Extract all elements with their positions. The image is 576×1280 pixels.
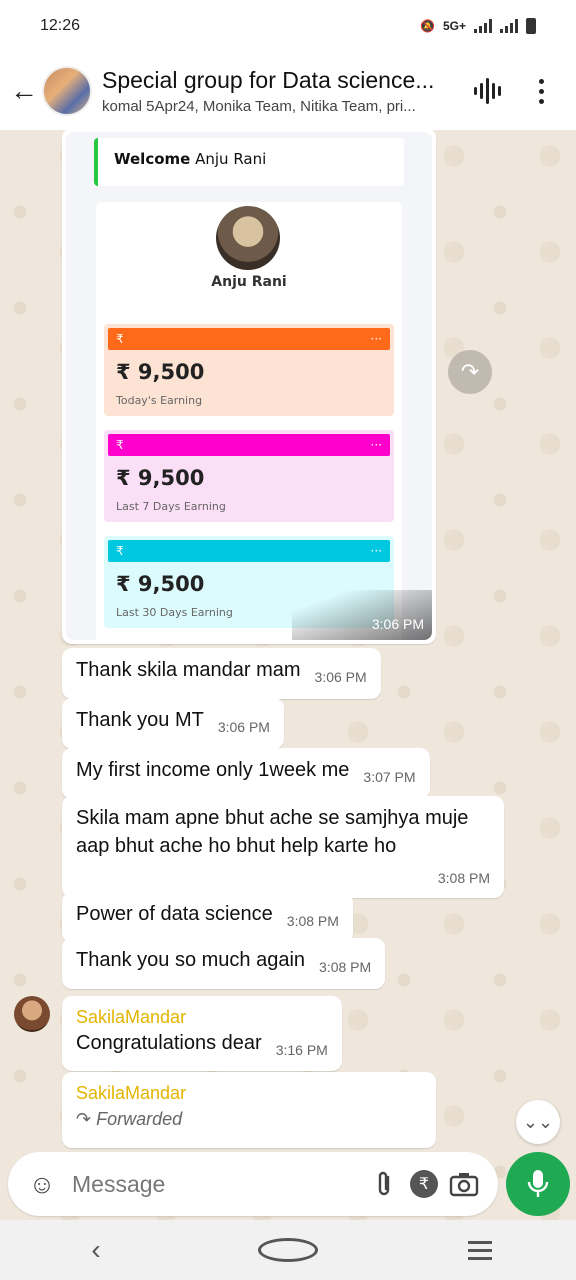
more-vertical-icon bbox=[538, 78, 544, 104]
emoji-icon[interactable]: ☺ bbox=[22, 1164, 62, 1204]
status-time: 12:26 bbox=[40, 17, 81, 34]
more-horizontal-icon: ··· bbox=[370, 544, 382, 558]
message-bubble[interactable]: My first income only 1week me 3:07 PM bbox=[62, 748, 430, 799]
image-timestamp: 3:06 PM bbox=[292, 590, 432, 640]
nav-recents-icon[interactable] bbox=[450, 1240, 510, 1260]
forwarded-text: Forwarded bbox=[96, 1109, 183, 1129]
profile-card: Anju Rani ₹ ··· ₹ 9,500 Today's Earning ₹… bbox=[96, 202, 402, 640]
message-time: 3:07 PM bbox=[363, 769, 416, 785]
message-time: 3:08 PM bbox=[286, 913, 339, 929]
microphone-icon bbox=[527, 1170, 549, 1197]
signal-2-icon bbox=[500, 19, 518, 33]
image-message[interactable]: Welcome Anju Rani Anju Rani ₹ ··· ₹ 9,500… bbox=[62, 128, 436, 644]
scroll-down-button[interactable]: ⌄⌄ bbox=[516, 1100, 560, 1144]
message-bubble[interactable]: Skila mam apne bhut ache se samjhya muje… bbox=[62, 796, 504, 898]
back-arrow-icon[interactable]: ← bbox=[8, 75, 40, 107]
message-input[interactable]: Message bbox=[72, 1171, 364, 1198]
welcome-prefix: Welcome bbox=[114, 150, 191, 168]
network-label: 5G+ bbox=[442, 19, 466, 33]
currency-symbol: ₹ bbox=[116, 544, 124, 558]
voice-chat-button[interactable] bbox=[460, 64, 514, 118]
voice-record-button[interactable] bbox=[506, 1152, 570, 1216]
more-options-button[interactable] bbox=[514, 64, 568, 118]
message-bubble[interactable]: Thank you so much again 3:08 PM bbox=[62, 938, 386, 989]
payment-button[interactable]: ₹ bbox=[404, 1164, 444, 1204]
message-text: Power of data science bbox=[76, 903, 273, 925]
welcome-name: Anju Rani bbox=[195, 150, 267, 168]
more-horizontal-icon: ··· bbox=[370, 332, 382, 346]
earning-card-today: ₹ ··· ₹ 9,500 Today's Earning bbox=[104, 324, 394, 416]
earning-card-bar: ₹ ··· bbox=[108, 434, 390, 456]
profile-name: Anju Rani bbox=[211, 274, 287, 290]
mute-icon: 🔕 bbox=[420, 19, 435, 33]
group-title: Special group for Data science... bbox=[102, 67, 435, 93]
earning-label: Last 7 Days Earning bbox=[116, 500, 226, 513]
group-members: komal 5Apr24, Monika Team, Nitika Team, … bbox=[102, 98, 416, 115]
message-bubble[interactable]: SakilaMandar ↷ Forwarded bbox=[62, 1072, 436, 1148]
forwarded-icon: ↷ bbox=[76, 1109, 97, 1129]
earning-card-bar: ₹ ··· bbox=[108, 328, 390, 350]
message-time: 3:06 PM bbox=[314, 669, 367, 685]
nav-back-icon[interactable]: ‹ bbox=[66, 1234, 126, 1266]
system-nav-bar: ‹ bbox=[0, 1220, 576, 1280]
message-time: 3:16 PM bbox=[275, 1042, 328, 1058]
audio-wave-icon bbox=[473, 78, 501, 104]
forward-icon: ↷ bbox=[460, 359, 480, 384]
message-text: Thank you MT bbox=[76, 709, 204, 731]
status-bar: 12:26 🔕 5G+ bbox=[0, 0, 576, 52]
message-time: 3:06 PM bbox=[217, 719, 270, 735]
sender-name[interactable]: SakilaMandar bbox=[76, 1004, 328, 1030]
message-text: Congratulations dear bbox=[76, 1032, 262, 1054]
forward-button[interactable]: ↷ bbox=[448, 350, 492, 394]
paperclip-icon[interactable] bbox=[364, 1164, 404, 1204]
currency-symbol: ₹ bbox=[116, 438, 124, 452]
battery-icon bbox=[526, 18, 536, 34]
group-avatar[interactable] bbox=[42, 66, 92, 116]
welcome-card: Welcome Anju Rani bbox=[94, 138, 404, 186]
message-text: Thank you so much again bbox=[76, 949, 306, 971]
forwarded-label: ↷ Forwarded bbox=[76, 1106, 422, 1132]
sender-name[interactable]: SakilaMandar bbox=[76, 1080, 422, 1106]
message-bubble[interactable]: Power of data science 3:08 PM bbox=[62, 892, 353, 943]
status-icons: 🔕 5G+ bbox=[420, 18, 536, 34]
message-bubble[interactable]: Thank skila mandar mam 3:06 PM bbox=[62, 648, 381, 699]
earning-amount: ₹ 9,500 bbox=[116, 466, 205, 490]
nav-home-icon[interactable] bbox=[258, 1238, 318, 1262]
group-info[interactable]: Special group for Data science... komal … bbox=[102, 67, 460, 115]
earning-label: Today's Earning bbox=[116, 394, 203, 407]
chat-header: ← Special group for Data science... koma… bbox=[0, 52, 576, 130]
currency-symbol: ₹ bbox=[116, 332, 124, 346]
profile-photo bbox=[216, 206, 280, 270]
rupee-icon: ₹ bbox=[410, 1170, 438, 1198]
message-text: Skila mam apne bhut ache se samjhya muje… bbox=[76, 807, 469, 857]
message-text: My first income only 1week me bbox=[76, 759, 350, 781]
message-composer: ☺ Message ₹ bbox=[8, 1152, 498, 1216]
message-bubble[interactable]: Thank you MT 3:06 PM bbox=[62, 698, 284, 749]
earning-card-7days: ₹ ··· ₹ 9,500 Last 7 Days Earning bbox=[104, 430, 394, 522]
message-time: 3:08 PM bbox=[437, 870, 490, 886]
message-time: 3:08 PM bbox=[319, 959, 372, 975]
camera-icon[interactable] bbox=[444, 1164, 484, 1204]
sender-avatar[interactable] bbox=[14, 996, 50, 1032]
more-horizontal-icon: ··· bbox=[370, 438, 382, 452]
message-text: Thank skila mandar mam bbox=[76, 659, 301, 681]
signal-icon bbox=[474, 19, 492, 33]
message-bubble[interactable]: SakilaMandar Congratulations dear 3:16 PM bbox=[62, 996, 342, 1071]
double-chevron-down-icon: ⌄⌄ bbox=[522, 1111, 554, 1132]
earning-card-bar: ₹ ··· bbox=[108, 540, 390, 562]
earnings-screenshot: Welcome Anju Rani Anju Rani ₹ ··· ₹ 9,500… bbox=[66, 132, 432, 640]
earning-amount: ₹ 9,500 bbox=[116, 360, 205, 384]
